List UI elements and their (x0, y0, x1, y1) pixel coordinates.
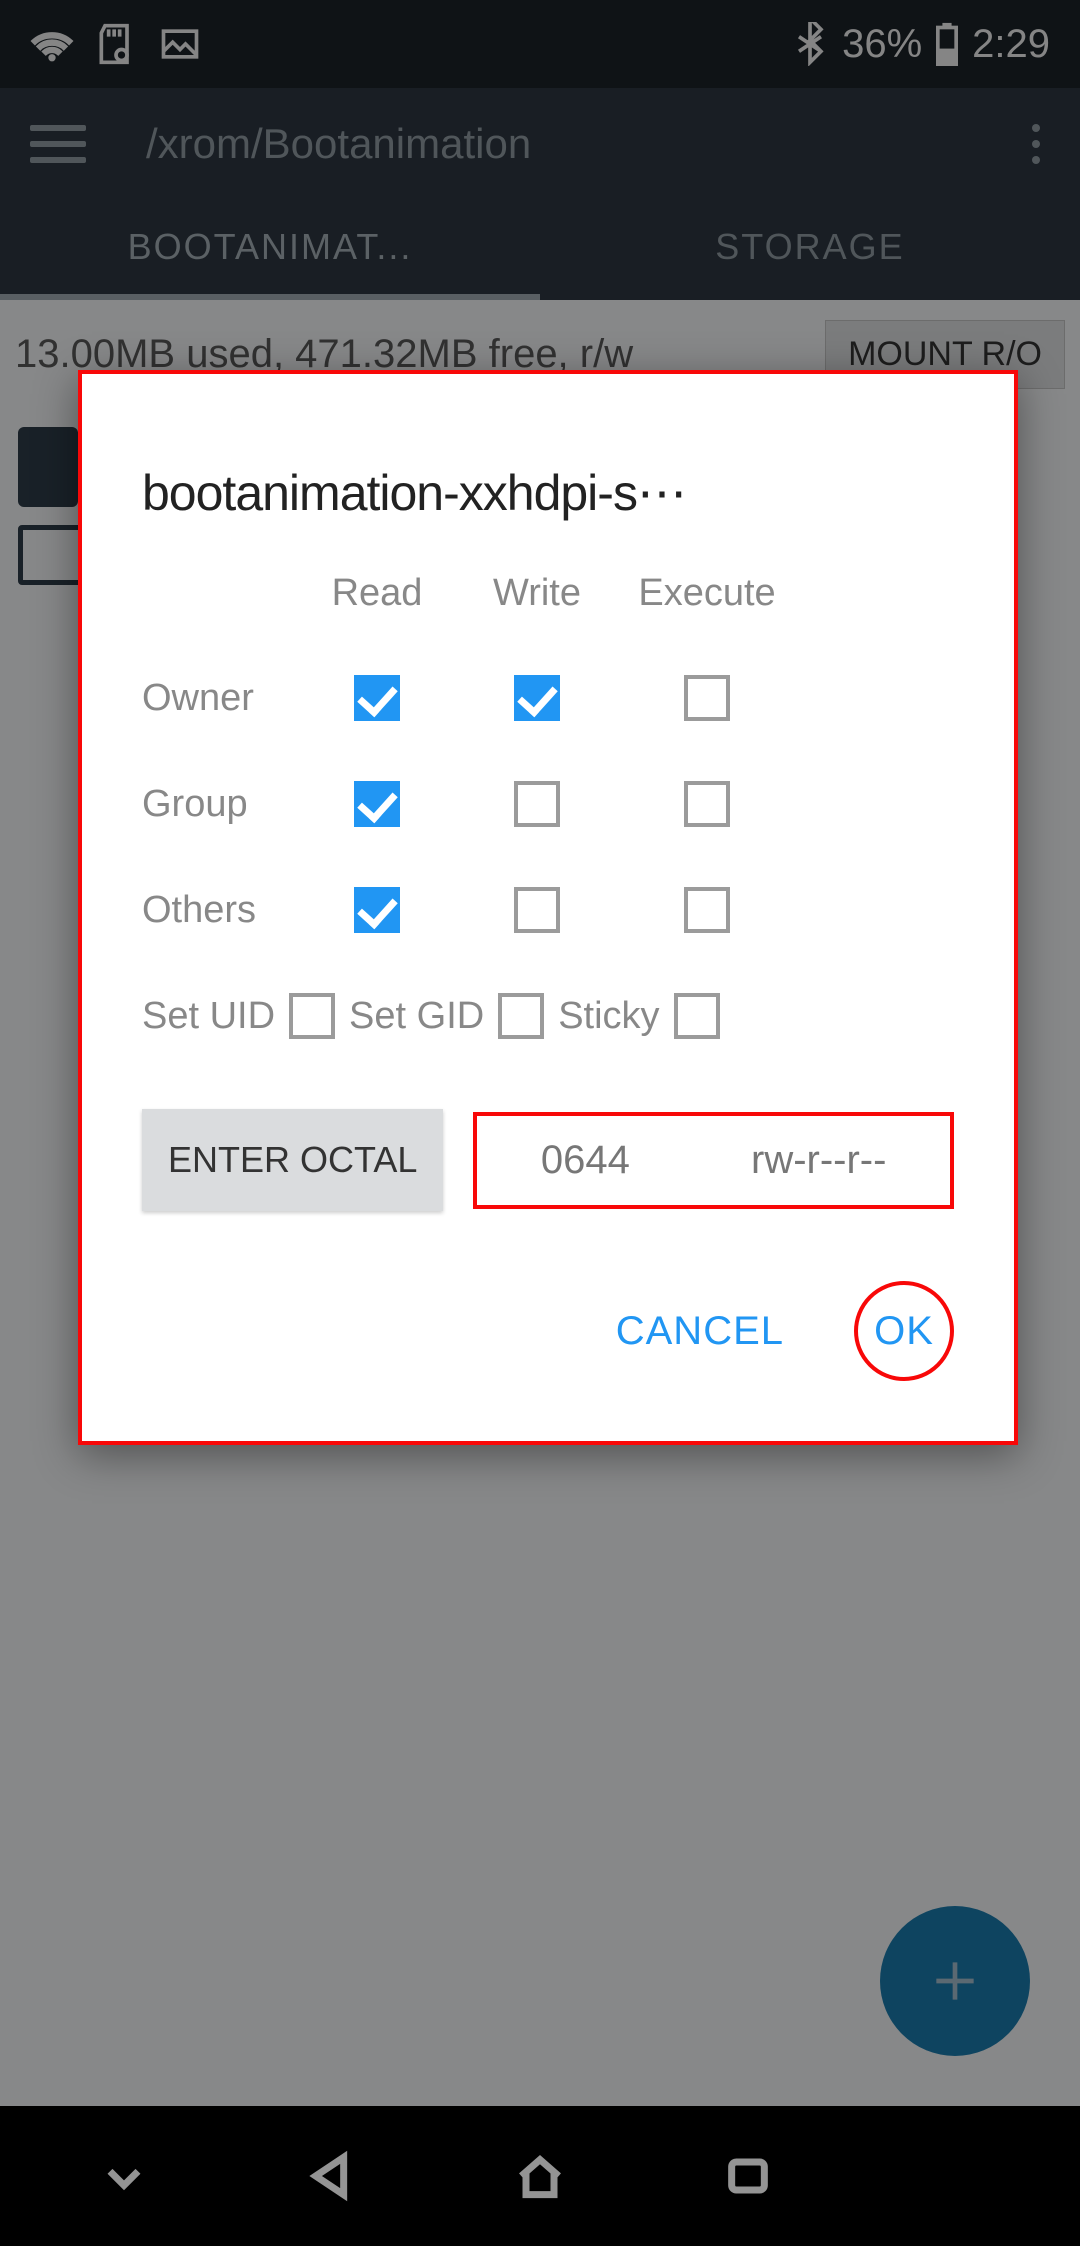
header-execute: Execute (638, 572, 775, 615)
label-set-gid: Set GID (349, 995, 484, 1038)
enter-octal-button[interactable]: ENTER OCTAL (142, 1109, 443, 1211)
permissions-dialog: bootanimation-xxhdpi-s⋯ Read Write Execu… (78, 370, 1018, 1445)
ok-button-highlight: OK (854, 1281, 954, 1381)
label-sticky: Sticky (558, 995, 659, 1038)
symbolic-value: rw-r--r-- (751, 1138, 886, 1183)
cancel-button[interactable]: CANCEL (616, 1309, 784, 1354)
checkbox-group-execute[interactable] (684, 781, 730, 827)
checkbox-owner-read[interactable] (354, 675, 400, 721)
checkbox-owner-write[interactable] (514, 675, 560, 721)
checkbox-set-uid[interactable] (289, 993, 335, 1039)
label-group: Group (142, 783, 248, 826)
content-area: 13.00MB used, 471.32MB free, r/w MOUNT R… (0, 300, 1080, 2106)
dialog-actions: CANCEL OK (142, 1281, 954, 1381)
ok-button[interactable]: OK (874, 1309, 934, 1354)
label-set-uid: Set UID (142, 995, 275, 1038)
checkbox-group-read[interactable] (354, 781, 400, 827)
checkbox-others-write[interactable] (514, 887, 560, 933)
label-others: Others (142, 889, 256, 932)
permission-display: 0644 rw-r--r-- (473, 1112, 954, 1209)
dialog-title: bootanimation-xxhdpi-s⋯ (142, 464, 954, 522)
checkbox-others-execute[interactable] (684, 887, 730, 933)
checkbox-owner-execute[interactable] (684, 675, 730, 721)
octal-row: ENTER OCTAL 0644 rw-r--r-- (142, 1109, 954, 1211)
label-owner: Owner (142, 677, 254, 720)
header-write: Write (493, 572, 581, 615)
checkbox-others-read[interactable] (354, 887, 400, 933)
header-read: Read (332, 572, 423, 615)
special-bits-row: Set UID Set GID Sticky (142, 993, 954, 1039)
permissions-grid: Read Write Execute Owner Group Others (142, 572, 954, 933)
checkbox-group-write[interactable] (514, 781, 560, 827)
checkbox-sticky[interactable] (674, 993, 720, 1039)
octal-value: 0644 (541, 1138, 630, 1183)
checkbox-set-gid[interactable] (498, 993, 544, 1039)
